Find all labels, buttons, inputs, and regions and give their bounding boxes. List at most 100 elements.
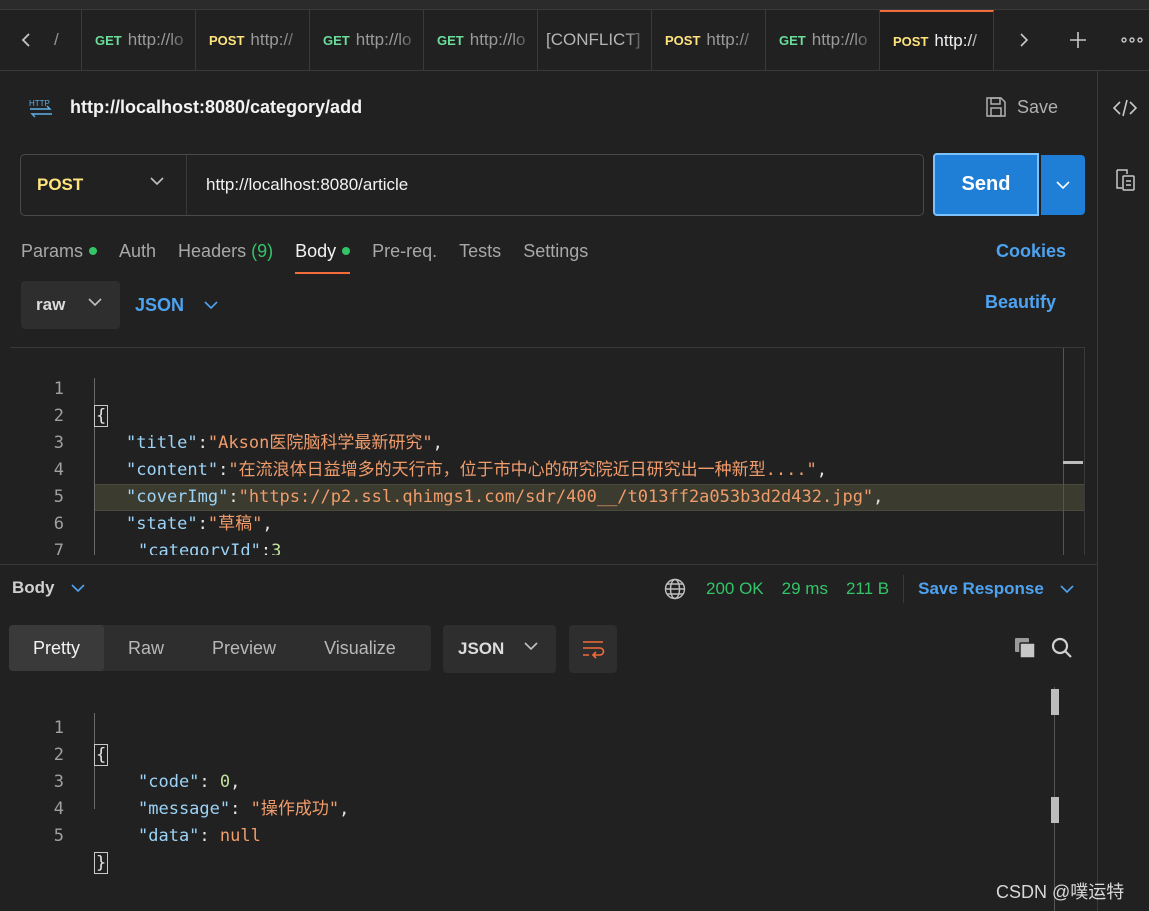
search-icon[interactable] bbox=[1050, 636, 1074, 660]
beautify-link[interactable]: Beautify bbox=[985, 292, 1056, 313]
code-line: 3 "message": "操作成功", bbox=[10, 742, 1085, 819]
save-button[interactable]: Save bbox=[985, 93, 1058, 121]
tab-method: GET bbox=[323, 32, 350, 48]
status-divider bbox=[903, 575, 905, 603]
tab-scroll-right-button[interactable] bbox=[1004, 10, 1044, 70]
tab-method: GET bbox=[437, 32, 464, 48]
save-label: Save bbox=[1017, 96, 1059, 117]
response-size[interactable]: 211 B bbox=[846, 579, 889, 599]
tab-method: POST bbox=[893, 33, 929, 49]
body-language-label: JSON bbox=[135, 294, 185, 315]
wrap-lines-icon bbox=[583, 641, 605, 659]
code-line: 4 "data": null bbox=[10, 769, 1085, 846]
chevron-down-icon bbox=[1056, 180, 1070, 189]
headers-count: (9) bbox=[251, 241, 274, 261]
view-tab-preview[interactable]: Preview bbox=[188, 625, 300, 671]
method-dropdown[interactable]: POST bbox=[21, 155, 187, 215]
tab-request-6[interactable]: POST http:// bbox=[652, 10, 766, 70]
code-line: 5 } bbox=[10, 796, 1085, 874]
tab-settings[interactable]: Settings bbox=[523, 238, 588, 274]
response-divider[interactable] bbox=[0, 564, 1097, 565]
tab-scroll-left-button[interactable] bbox=[6, 10, 46, 70]
tab-request-0[interactable]: / bbox=[46, 10, 82, 70]
tab-request-1[interactable]: GET http://lo bbox=[82, 10, 196, 70]
tab-params-label: Params bbox=[21, 241, 84, 261]
view-tab-pretty[interactable]: Pretty bbox=[9, 625, 105, 671]
method-label: POST bbox=[37, 175, 84, 194]
chevron-down-icon bbox=[150, 177, 164, 186]
tab-headers-label: Headers bbox=[178, 241, 247, 261]
chevron-left-icon bbox=[21, 33, 30, 47]
code-snippet-button[interactable] bbox=[1112, 95, 1138, 121]
response-view-tabs: Pretty Raw Preview Visualize bbox=[9, 625, 431, 671]
save-response-button[interactable]: Save Response bbox=[918, 579, 1074, 599]
code-line: 7 bbox=[10, 511, 1084, 555]
chevron-down-icon bbox=[1060, 584, 1074, 593]
response-body-label: Body bbox=[12, 578, 55, 597]
tab-options-button[interactable] bbox=[1112, 10, 1149, 70]
window-top-border bbox=[0, 0, 1149, 10]
response-format-label: JSON bbox=[458, 639, 505, 658]
view-tab-raw[interactable]: Raw bbox=[104, 625, 188, 671]
response-body-dropdown[interactable]: Body bbox=[12, 578, 85, 598]
tab-request-2[interactable]: POST http:// bbox=[196, 10, 310, 70]
body-language-dropdown[interactable]: JSON bbox=[135, 281, 218, 329]
tab-body-label: Body bbox=[295, 241, 337, 261]
chevron-down-icon bbox=[524, 642, 538, 651]
tab-auth[interactable]: Auth bbox=[119, 238, 156, 274]
request-title[interactable]: http://localhost:8080/category/add bbox=[70, 97, 362, 118]
send-options-button[interactable] bbox=[1041, 155, 1085, 215]
response-body-viewer[interactable]: 1 { 2 "code": 0, 3 "message": "操作成功", 4 … bbox=[10, 687, 1085, 911]
status-code[interactable]: 200 OK bbox=[706, 579, 764, 599]
tab-method: POST bbox=[209, 32, 245, 48]
code-brace: } bbox=[94, 852, 109, 874]
send-button[interactable]: Send bbox=[933, 153, 1039, 216]
documentation-button[interactable] bbox=[1112, 167, 1138, 193]
code-line: 2 "title":"Akson医院脑科学最新研究", bbox=[10, 376, 1084, 453]
code-line: 4 "coverImg":"https://p2.ssl.qhimgs1.com… bbox=[10, 430, 1084, 507]
plus-icon bbox=[1070, 32, 1086, 48]
right-sidebar bbox=[1097, 71, 1149, 911]
tab-headers[interactable]: Headers (9) bbox=[178, 238, 273, 274]
json-value: null bbox=[219, 826, 261, 846]
tab-request-7[interactable]: GET http://lo bbox=[766, 10, 880, 70]
wrap-lines-button[interactable] bbox=[569, 625, 617, 673]
tab-prereq[interactable]: Pre-req. bbox=[372, 238, 437, 274]
params-indicator-dot bbox=[89, 247, 98, 256]
chevron-down-icon bbox=[88, 298, 102, 307]
tab-body[interactable]: Body bbox=[295, 238, 351, 274]
code-line: 5 "state":"草稿", bbox=[10, 457, 1084, 534]
tab-request-active[interactable]: POST http:// bbox=[880, 10, 994, 70]
code-line: 6 "categoryId":3 bbox=[10, 484, 1084, 555]
response-status-row: 200 OK 29 ms 211 B Save Response bbox=[664, 575, 1074, 603]
new-tab-button[interactable] bbox=[1058, 10, 1098, 70]
response-time[interactable]: 29 ms bbox=[782, 579, 828, 599]
chevron-down-icon bbox=[70, 583, 85, 592]
save-response-label: Save Response bbox=[918, 579, 1044, 598]
view-tab-visualize[interactable]: Visualize bbox=[300, 625, 420, 671]
cookies-link[interactable]: Cookies bbox=[996, 238, 1066, 264]
request-tabs: Params Auth Headers (9) Body Pre-req. Te… bbox=[21, 238, 610, 274]
more-horizontal-icon bbox=[1121, 37, 1143, 43]
watermark-text: CSDN @噗运特 bbox=[996, 882, 1125, 902]
tab-params[interactable]: Params bbox=[21, 238, 98, 274]
tab-request-4[interactable]: GET http://lo bbox=[424, 10, 538, 70]
tab-request-3[interactable]: GET http://lo bbox=[310, 10, 424, 70]
copy-icon[interactable] bbox=[1013, 636, 1037, 660]
request-title-row: HTTP http://localhost:8080/category/add bbox=[28, 93, 362, 121]
tab-tests[interactable]: Tests bbox=[459, 238, 501, 274]
tab-request-5[interactable]: [CONFLICT] bbox=[538, 10, 652, 70]
chevron-right-icon bbox=[1020, 33, 1029, 47]
body-indicator-dot bbox=[342, 247, 351, 256]
document-icon bbox=[1116, 169, 1135, 191]
body-mode-dropdown[interactable]: raw bbox=[21, 281, 120, 329]
code-line: 1 { bbox=[10, 349, 1084, 427]
response-format-dropdown[interactable]: JSON bbox=[443, 625, 556, 673]
globe-icon[interactable] bbox=[664, 578, 686, 600]
chevron-down-icon bbox=[204, 300, 218, 309]
url-input[interactable]: http://localhost:8080/article bbox=[206, 155, 408, 215]
request-body-editor[interactable]: 1 { 2 "title":"Akson医院脑科学最新研究", 3 "conte… bbox=[10, 347, 1085, 555]
tab-bar: / GET http://lo POST http:// GET http://… bbox=[0, 10, 1149, 71]
http-icon: HTTP bbox=[29, 99, 52, 118]
save-icon bbox=[986, 97, 1006, 117]
